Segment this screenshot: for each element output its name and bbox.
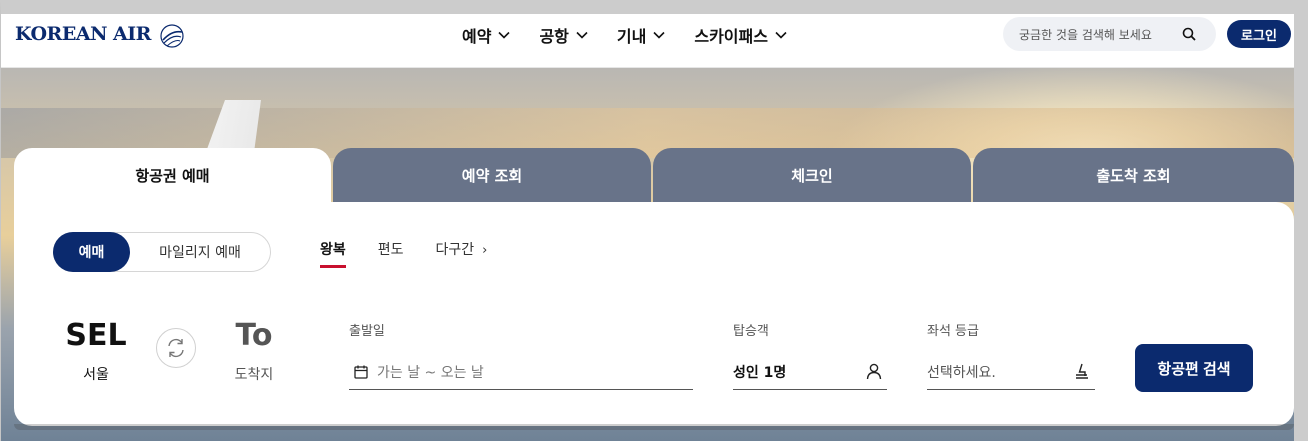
trip-multi-city-label: 다구간 <box>435 242 475 258</box>
seat-class-label: 좌석 등급 <box>927 324 979 339</box>
search-icon[interactable] <box>1182 27 1196 41</box>
mode-standard-button[interactable]: 예매 <box>53 232 130 272</box>
booking-mode-toggle: 예매 마일리지 예매 <box>53 232 271 272</box>
korean-air-logo[interactable]: KOREAN AIR <box>15 19 187 49</box>
swap-icon <box>168 338 184 358</box>
nav-item-inflight[interactable]: 기내 <box>617 23 665 47</box>
trip-type-selector: 왕복 편도 다구간 › <box>320 239 519 268</box>
chevron-down-icon <box>653 31 665 39</box>
chevron-right-icon: › <box>482 243 488 258</box>
tab-flight-status[interactable]: 출도착 조회 <box>973 148 1294 202</box>
chevron-down-icon <box>498 31 511 39</box>
panel-shadow <box>14 424 1294 430</box>
tab-check-in[interactable]: 체크인 <box>653 148 971 202</box>
trip-one-way[interactable]: 편도 <box>378 239 404 259</box>
nav-item-airport[interactable]: 공항 <box>539 23 588 47</box>
chevron-down-icon <box>775 31 787 39</box>
nav-item-skypass[interactable]: 스카이패스 <box>694 23 787 47</box>
origin-name: 서울 <box>83 367 109 383</box>
nav-item-label: 예약 <box>462 27 492 46</box>
passenger-value: 성인 1명 <box>733 364 787 381</box>
tab-reservation-lookup[interactable]: 예약 조회 <box>333 148 651 202</box>
nav-item-label: 기내 <box>616 27 647 46</box>
search-placeholder: 궁금한 것을 검색해 보세요 <box>1019 27 1152 42</box>
tab-book-flight[interactable]: 항공권 예매 <box>14 148 331 202</box>
destination-name: 도착지 <box>234 367 274 383</box>
destination-code[interactable]: To <box>214 318 294 353</box>
person-icon <box>866 363 882 380</box>
swap-route-button[interactable] <box>156 328 196 368</box>
login-button[interactable]: 로그인 <box>1227 20 1291 48</box>
departure-date-field[interactable]: 가는 날 ~ 오는 날 <box>349 354 693 390</box>
seat-class-placeholder: 선택하세요. <box>927 364 996 381</box>
nav-item-label: 공항 <box>539 27 569 46</box>
skyteam-logo-icon <box>160 24 184 48</box>
trip-round-trip[interactable]: 왕복 <box>320 239 346 268</box>
calendar-icon <box>354 365 368 379</box>
mode-mileage-button[interactable]: 마일리지 예매 <box>130 242 270 262</box>
site-search-input[interactable]: 궁금한 것을 검색해 보세요 <box>1003 17 1216 51</box>
trip-multi-city[interactable]: 다구간 › <box>436 239 488 259</box>
main-nav: 예약 공항 기내 스카이패스 <box>462 23 787 47</box>
logo-text: KOREAN AIR <box>15 23 151 45</box>
departure-label: 출발일 <box>349 324 385 339</box>
booking-tabs: 항공권 예매 예약 조회 체크인 출도착 조회 <box>14 148 1294 202</box>
seat-icon <box>1076 363 1088 379</box>
site-header: KOREAN AIR 예약 공항 기내 스카이패스 궁금한 것을 검색해 보세요 <box>1 14 1294 68</box>
passenger-label: 탑승객 <box>733 324 769 339</box>
search-flights-button[interactable]: 항공편 검색 <box>1135 344 1253 392</box>
chevron-down-icon <box>576 31 588 39</box>
passenger-field[interactable]: 성인 1명 <box>733 354 887 390</box>
seat-class-field[interactable]: 선택하세요. <box>927 354 1095 390</box>
booking-panel: 예매 마일리지 예매 왕복 편도 다구간 › SEL 서울 To 도착지 출발일 … <box>14 202 1294 426</box>
origin-code[interactable]: SEL <box>56 318 136 353</box>
nav-item-reservation[interactable]: 예약 <box>462 23 511 47</box>
nav-item-label: 스카이패스 <box>694 27 768 46</box>
departure-placeholder: 가는 날 ~ 오는 날 <box>377 364 484 381</box>
